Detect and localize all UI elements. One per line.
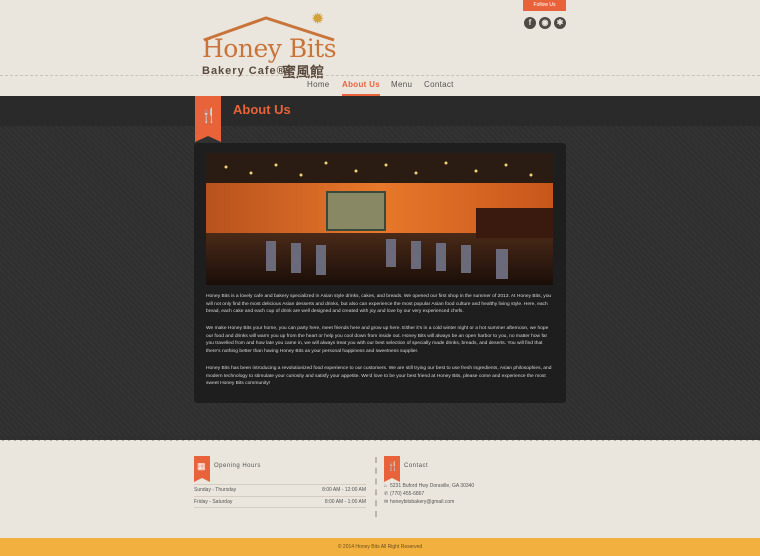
contact-address: ⌂ 5231 Buford Hwy Doraville, GA 30340 [384, 483, 474, 489]
calendar-icon: ▦ [197, 461, 206, 471]
about-paragraph-1: Honey Bits is a lovely cafe and bakery s… [206, 294, 552, 314]
contact-heading: Contact [404, 463, 429, 469]
sun-icon: ✹ [311, 11, 325, 28]
site-logo[interactable]: ✹ Honey Bits Bakery Cafe® 蜜風館 [198, 11, 338, 80]
logo-name: Honey Bits [202, 34, 337, 63]
fork-knife-icon: 🍴 [387, 461, 399, 471]
address-text: 5231 Buford Hwy Doraville, GA 30340 [390, 483, 475, 489]
hours-time: 8:00 AM - 12:00 AM [322, 487, 366, 493]
nav-about-us[interactable]: About Us [342, 80, 380, 96]
hours-row: Sunday - Thursday 8:00 AM - 12:00 AM [194, 484, 366, 496]
logo-chinese-name: 蜜風館 [282, 64, 324, 80]
nav-contact[interactable]: Contact [424, 80, 454, 89]
hours-day: Friday - Saturday [194, 499, 233, 505]
page-title: About Us [233, 102, 291, 117]
title-bar [0, 96, 760, 126]
title-ribbon: 🍴 [195, 96, 221, 142]
contact-ribbon: 🍴 [384, 456, 400, 482]
copyright-bar: © 2014 Honey Bits All Right Reserved [0, 538, 760, 556]
opening-hours-heading: Opening Hours [214, 463, 261, 469]
hours-row: Friday - Saturday 8:00 AM - 1:00 AM [194, 496, 366, 508]
facebook-icon[interactable]: f [524, 17, 536, 29]
header-divider [0, 75, 760, 76]
wechat-icon[interactable]: ◉ [539, 17, 551, 29]
cafe-interior-photo [206, 153, 553, 285]
nav-home[interactable]: Home [307, 80, 330, 89]
nav-menu[interactable]: Menu [391, 80, 412, 89]
yelp-icon[interactable]: ✱ [554, 17, 566, 29]
follow-us-tab[interactable]: Follow Us [523, 0, 566, 11]
contact-phone[interactable]: ✆ (770) 455-6867 [384, 491, 424, 497]
about-paragraph-2: We make Honey Bits your home, you can pa… [206, 326, 549, 354]
contact-email[interactable]: ✉ honeybitsbakery@gmail.com [384, 499, 454, 505]
hours-time: 8:00 AM - 1:00 AM [324, 499, 366, 505]
footer-divider [375, 457, 377, 517]
phone-text: (770) 455-6867 [390, 491, 425, 497]
site-header [0, 0, 760, 96]
about-paragraph-3: Honey Bits has been introducing a revolu… [206, 366, 552, 386]
email-text: honeybitsbakery@gmail.com [390, 499, 455, 505]
fork-knife-icon: 🍴 [200, 107, 218, 123]
hours-day: Sunday - Thursday [194, 487, 237, 493]
zigzag-border [0, 436, 760, 441]
hours-ribbon: ▦ [194, 456, 210, 482]
